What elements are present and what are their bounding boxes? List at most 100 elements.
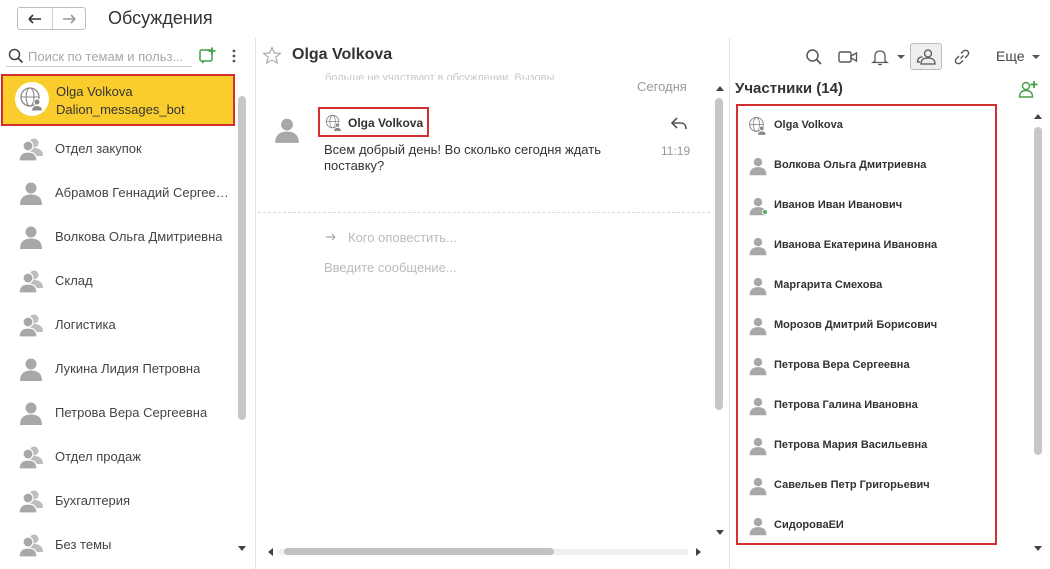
chevron-down-icon[interactable] xyxy=(1032,55,1040,60)
member-item[interactable]: Olga Volkova xyxy=(748,114,993,138)
message-time: 11:19 xyxy=(661,144,691,158)
divider xyxy=(258,212,710,213)
group-icon xyxy=(18,136,44,162)
user-icon xyxy=(748,396,768,416)
forward-button[interactable] xyxy=(51,8,86,29)
search-icon xyxy=(8,48,24,64)
conversation-item[interactable]: Отдел продаж xyxy=(0,435,236,479)
avatar xyxy=(15,82,49,116)
member-item[interactable]: Петрова Вера Сергеевна xyxy=(748,354,993,378)
conversation-label: Волкова Ольга Дмитриевна xyxy=(55,229,223,244)
participants-toggle-button[interactable] xyxy=(910,43,942,70)
user-icon xyxy=(18,356,44,382)
scroll-up-icon[interactable] xyxy=(1034,114,1042,120)
participants-icon xyxy=(916,48,936,65)
reply-icon[interactable] xyxy=(671,117,687,131)
conversation-item[interactable]: Абрамов Геннадий Сергеевич xyxy=(0,171,236,215)
conversation-item[interactable]: Отдел закупок xyxy=(0,127,236,171)
previous-message-fragment: больше не участвуют в обсуждении. Вызовы xyxy=(325,72,555,80)
member-item[interactable]: СидороваЕИ xyxy=(748,514,993,538)
user-icon xyxy=(272,116,302,144)
copy-link-button[interactable] xyxy=(952,47,972,67)
member-name: Olga Volkova xyxy=(774,119,843,131)
scroll-down-icon[interactable] xyxy=(716,530,724,536)
conversation-subtitle: Dalion_messages_bot xyxy=(56,102,185,117)
conversation-label: Бухгалтерия xyxy=(55,493,131,508)
member-item[interactable]: Петрова Галина Ивановна xyxy=(748,394,993,418)
conversation-item[interactable]: Без темы xyxy=(0,523,236,562)
scroll-down-icon[interactable] xyxy=(1034,546,1042,552)
message-input[interactable]: Введите сообщение... xyxy=(324,260,457,275)
user-icon xyxy=(748,436,768,456)
horizontal-scrollbar[interactable] xyxy=(284,548,554,555)
user-icon xyxy=(18,224,44,250)
member-name: Морозов Дмитрий Борисович xyxy=(774,319,938,331)
chevron-down-icon[interactable] xyxy=(897,55,905,60)
user-icon xyxy=(748,236,768,256)
search-input[interactable] xyxy=(28,47,190,65)
more-vertical-icon[interactable] xyxy=(230,48,238,64)
user-icon xyxy=(748,516,768,536)
member-item[interactable]: Маргарита Смехова xyxy=(748,274,993,298)
conversation-list: Olga Volkova Dalion_messages_bot Отдел з… xyxy=(0,72,236,562)
scroll-up-icon[interactable] xyxy=(716,86,724,92)
nav-buttons xyxy=(17,7,86,30)
member-name: Волкова Ольга Дмитриевна xyxy=(774,159,927,171)
arrow-right-icon xyxy=(62,13,76,24)
add-member-icon[interactable] xyxy=(1018,80,1038,98)
member-name: СидороваЕИ xyxy=(774,519,844,531)
globe-user-icon xyxy=(19,86,45,112)
link-icon xyxy=(954,49,970,65)
user-icon xyxy=(18,400,44,426)
top-bar: Обсуждения xyxy=(0,0,1050,38)
user-icon xyxy=(748,156,768,176)
arrow-right-icon xyxy=(326,233,336,241)
message-author[interactable]: Olga Volkova xyxy=(318,107,429,137)
notify-field[interactable]: Кого оповестить... xyxy=(348,230,457,245)
group-icon xyxy=(18,444,44,470)
chat-scrollbar[interactable] xyxy=(715,98,723,410)
member-name: Петрова Мария Васильевна xyxy=(774,439,928,451)
conversation-item-selected[interactable]: Olga Volkova Dalion_messages_bot xyxy=(1,74,235,126)
new-discussion-icon[interactable] xyxy=(199,47,217,64)
back-button[interactable] xyxy=(18,8,52,29)
member-name: Маргарита Смехова xyxy=(774,279,883,291)
search-box xyxy=(6,45,192,67)
conversation-label: Без темы xyxy=(55,537,112,552)
member-item[interactable]: Савельев Петр Григорьевич xyxy=(748,474,993,498)
conversation-item[interactable]: Бухгалтерия xyxy=(0,479,236,523)
arrow-left-icon xyxy=(28,13,41,24)
member-item[interactable]: Волкова Ольга Дмитриевна xyxy=(748,154,993,178)
member-item[interactable]: Морозов Дмитрий Борисович xyxy=(748,314,993,338)
chat-search-button[interactable] xyxy=(804,47,824,67)
group-icon xyxy=(18,312,44,338)
group-icon xyxy=(18,488,44,514)
member-item[interactable]: Петрова Мария Васильевна xyxy=(748,434,993,458)
conversation-item[interactable]: Лукина Лидия Петровна xyxy=(0,347,236,391)
sidebar-scrollbar[interactable] xyxy=(238,96,246,420)
conversation-item[interactable]: Волкова Ольга Дмитриевна xyxy=(0,215,236,259)
author-name: Olga Volkova xyxy=(348,116,424,130)
chat-title: Olga Volkova xyxy=(292,46,393,63)
member-item[interactable]: Иванов Иван Иванович xyxy=(748,194,993,218)
scroll-right-icon[interactable] xyxy=(696,548,702,556)
conversation-item[interactable]: Склад xyxy=(0,259,236,303)
video-call-button[interactable] xyxy=(838,47,858,67)
members-scrollbar[interactable] xyxy=(1034,127,1042,455)
more-menu-button[interactable]: Еще xyxy=(996,48,1025,64)
search-icon xyxy=(806,49,822,65)
scroll-down-icon[interactable] xyxy=(237,545,247,553)
conversation-item[interactable]: Логистика xyxy=(0,303,236,347)
conversation-label: Петрова Вера Сергеевна xyxy=(55,405,208,420)
conversation-name: Olga Volkova xyxy=(56,84,133,99)
conversation-label: Абрамов Геннадий Сергеевич xyxy=(55,185,231,200)
user-icon xyxy=(748,316,768,336)
member-name: Петрова Галина Ивановна xyxy=(774,399,918,411)
user-icon xyxy=(748,276,768,296)
window-title: Обсуждения xyxy=(108,8,213,28)
member-item[interactable]: Иванова Екатерина Ивановна xyxy=(748,234,993,258)
conversation-item[interactable]: Петрова Вера Сергеевна xyxy=(0,391,236,435)
scroll-left-icon[interactable] xyxy=(268,548,274,556)
star-icon[interactable] xyxy=(262,46,282,65)
notifications-button[interactable] xyxy=(870,47,890,67)
